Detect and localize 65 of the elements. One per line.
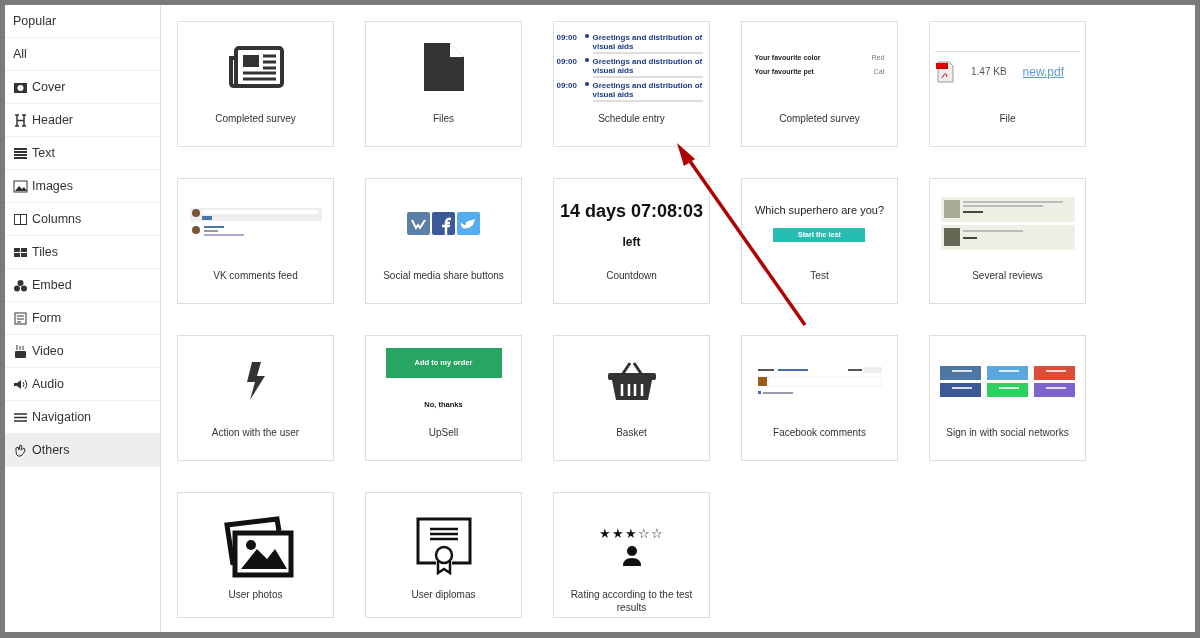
user-icon bbox=[621, 546, 642, 566]
sidebar-item[interactable]: Others bbox=[5, 434, 160, 467]
schedule-time: 09:00 bbox=[556, 33, 578, 44]
countdown-suffix: left bbox=[621, 233, 642, 251]
header-icon bbox=[13, 112, 28, 128]
schedule-title: Greetings and distribution of visual aids bbox=[592, 81, 704, 99]
block-tile[interactable]: 14 days 07:08:03 left Countdown bbox=[553, 178, 710, 304]
block-tile[interactable]: Completed survey bbox=[177, 21, 334, 147]
block-tile[interactable]: Action with the user bbox=[177, 335, 334, 461]
tile-label: Facebook comments bbox=[772, 426, 867, 439]
test-question: Which superhero are you? bbox=[755, 202, 884, 218]
tile-label: UpSell bbox=[427, 426, 460, 439]
hand-icon bbox=[13, 442, 28, 458]
text-lines-icon bbox=[13, 145, 28, 161]
block-tile[interactable]: Facebook comments bbox=[741, 335, 898, 461]
block-tile[interactable]: Several reviews bbox=[929, 178, 1086, 304]
pdf-file-icon bbox=[935, 59, 955, 84]
block-tile[interactable]: User diplomas bbox=[365, 492, 522, 618]
schedule-title: Greetings and distribution of visual aids bbox=[592, 33, 704, 51]
tile-label: Completed survey bbox=[778, 112, 861, 125]
schedule-time: 09:00 bbox=[556, 57, 578, 68]
form-icon bbox=[13, 310, 28, 326]
tile-label: File bbox=[998, 112, 1017, 125]
tile-label: Sign in with social networks bbox=[945, 426, 1070, 439]
tile-label: User photos bbox=[227, 588, 284, 601]
newspaper-icon bbox=[227, 46, 284, 88]
block-tile[interactable]: VK comments feed bbox=[177, 178, 334, 304]
tile-label: Schedule entry bbox=[597, 112, 666, 125]
tile-label: Countdown bbox=[605, 269, 658, 282]
star-filled-icon: ★ bbox=[599, 525, 612, 541]
tile-label: Files bbox=[431, 112, 456, 125]
image-icon bbox=[13, 178, 28, 194]
file-size: 1.47 KB bbox=[971, 65, 1007, 79]
schedule-time: 09:00 bbox=[556, 81, 578, 92]
timeline-dot bbox=[584, 82, 589, 86]
columns-icon bbox=[13, 211, 28, 227]
schedule-title: Greetings and distribution of visual aids bbox=[592, 57, 704, 75]
tile-label: Basket bbox=[615, 426, 648, 439]
basket-icon bbox=[607, 361, 656, 401]
star-empty-icon: ☆ bbox=[651, 525, 664, 541]
block-tile[interactable]: Basket bbox=[553, 335, 710, 461]
star-filled-icon: ★ bbox=[625, 525, 638, 541]
star-filled-icon: ★ bbox=[612, 525, 625, 541]
tile-label: Rating according to the test results bbox=[569, 588, 694, 614]
tile-label: User diplomas bbox=[410, 588, 477, 601]
file-icon bbox=[423, 43, 464, 91]
timeline-dot bbox=[584, 34, 589, 38]
tile-label: VK comments feed bbox=[212, 269, 299, 282]
tile-label: Several reviews bbox=[971, 269, 1044, 282]
block-tile[interactable]: 09:00 Greetings and distribution of visual aids 09:00 Greetings and distribution of visual aids 09:00 Greetings and distribution of visual aids Schedule entry bbox=[553, 21, 710, 147]
block-tile[interactable]: Files bbox=[365, 21, 522, 147]
tile-label: Social media share buttons bbox=[382, 269, 505, 282]
block-tile[interactable]: ★★★☆☆ Rating according to the test results bbox=[553, 492, 710, 618]
tile-label: Completed survey bbox=[214, 112, 297, 125]
block-tile[interactable]: 1.47 KB new.pdf File bbox=[929, 21, 1086, 147]
star-empty-icon: ☆ bbox=[638, 525, 651, 541]
tile-label: Test bbox=[809, 269, 830, 282]
block-tile[interactable]: User photos bbox=[177, 492, 334, 618]
timeline-dot bbox=[584, 58, 589, 62]
lightning-icon bbox=[245, 362, 266, 400]
block-tile[interactable]: Sign in with social networks bbox=[929, 335, 1086, 461]
block-tile[interactable]: Social media share buttons bbox=[365, 178, 522, 304]
countdown-time: 14 days 07:08:03 bbox=[559, 199, 704, 223]
diploma-icon bbox=[415, 516, 472, 575]
tile-label: Action with the user bbox=[210, 426, 301, 439]
